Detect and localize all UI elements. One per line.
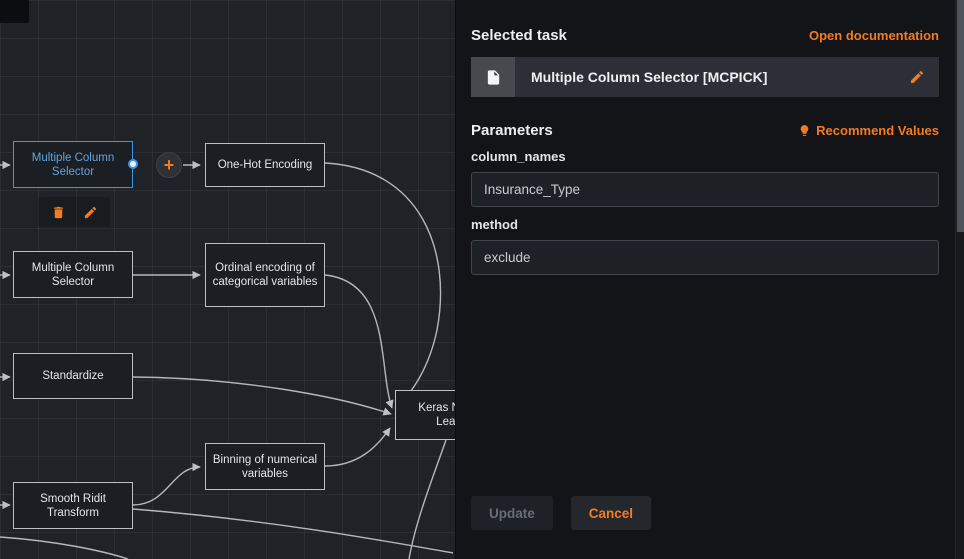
update-button[interactable]: Update <box>471 496 553 530</box>
canvas-corner-box <box>0 0 29 23</box>
node-label: Multiple Column Selector <box>20 261 126 289</box>
node-label: Standardize <box>42 369 103 383</box>
scrollbar-thumb[interactable] <box>957 0 964 232</box>
node-multiple-column-selector-2[interactable]: Multiple Column Selector <box>13 251 133 298</box>
parameters-heading: Parameters <box>471 122 553 139</box>
node-action-toolbar <box>38 197 110 227</box>
column-names-input[interactable] <box>471 172 939 207</box>
node-label: Multiple Column Selector <box>20 151 126 179</box>
node-smooth-ridit-transform[interactable]: Smooth Ridit Transform <box>13 482 133 529</box>
task-name: Multiple Column Selector [MCPICK] <box>531 69 909 85</box>
app-window: Multiple Column Selector + One-Hot Encod… <box>0 0 964 559</box>
field-label-column-names: column_names <box>471 149 939 164</box>
selected-task-heading: Selected task <box>471 27 567 44</box>
open-documentation-link[interactable]: Open documentation <box>809 28 939 43</box>
node-label: Binning of numerical variables <box>212 453 318 481</box>
lightbulb-icon <box>798 124 811 137</box>
node-label: One-Hot Encoding <box>218 158 313 172</box>
selected-task-card: Multiple Column Selector [MCPICK] <box>471 57 939 97</box>
node-label: Keras Network Learner <box>402 401 455 429</box>
edit-task-button[interactable] <box>909 69 925 85</box>
recommend-values-label: Recommend Values <box>816 123 939 138</box>
task-properties-panel: Selected task Open documentation Multipl… <box>455 0 964 559</box>
add-node-button[interactable]: + <box>156 152 182 178</box>
node-label: Ordinal encoding of categorical variable… <box>212 261 318 289</box>
file-icon <box>485 69 502 86</box>
pencil-icon <box>83 205 98 220</box>
cancel-button[interactable]: Cancel <box>571 496 651 530</box>
node-one-hot-encoding[interactable]: One-Hot Encoding <box>205 143 325 187</box>
node-multiple-column-selector-1[interactable]: Multiple Column Selector <box>13 141 133 188</box>
recommend-values-link[interactable]: Recommend Values <box>798 123 939 138</box>
workflow-canvas[interactable]: Multiple Column Selector + One-Hot Encod… <box>0 0 455 559</box>
node-binning[interactable]: Binning of numerical variables <box>205 443 325 490</box>
delete-node-button[interactable] <box>47 201 69 223</box>
node-standardize[interactable]: Standardize <box>13 353 133 399</box>
panel-scrollbar[interactable] <box>955 0 964 559</box>
field-label-method: method <box>471 217 939 232</box>
node-keras-network-learner[interactable]: Keras Network Learner <box>395 390 455 440</box>
trash-icon <box>51 205 66 220</box>
task-icon-box <box>471 57 515 97</box>
node-ordinal-encoding[interactable]: Ordinal encoding of categorical variable… <box>205 243 325 307</box>
method-input[interactable] <box>471 240 939 275</box>
pencil-icon <box>909 69 925 85</box>
node-label: Smooth Ridit Transform <box>20 492 126 520</box>
edit-node-button[interactable] <box>79 201 101 223</box>
output-port-handle[interactable] <box>128 159 138 169</box>
